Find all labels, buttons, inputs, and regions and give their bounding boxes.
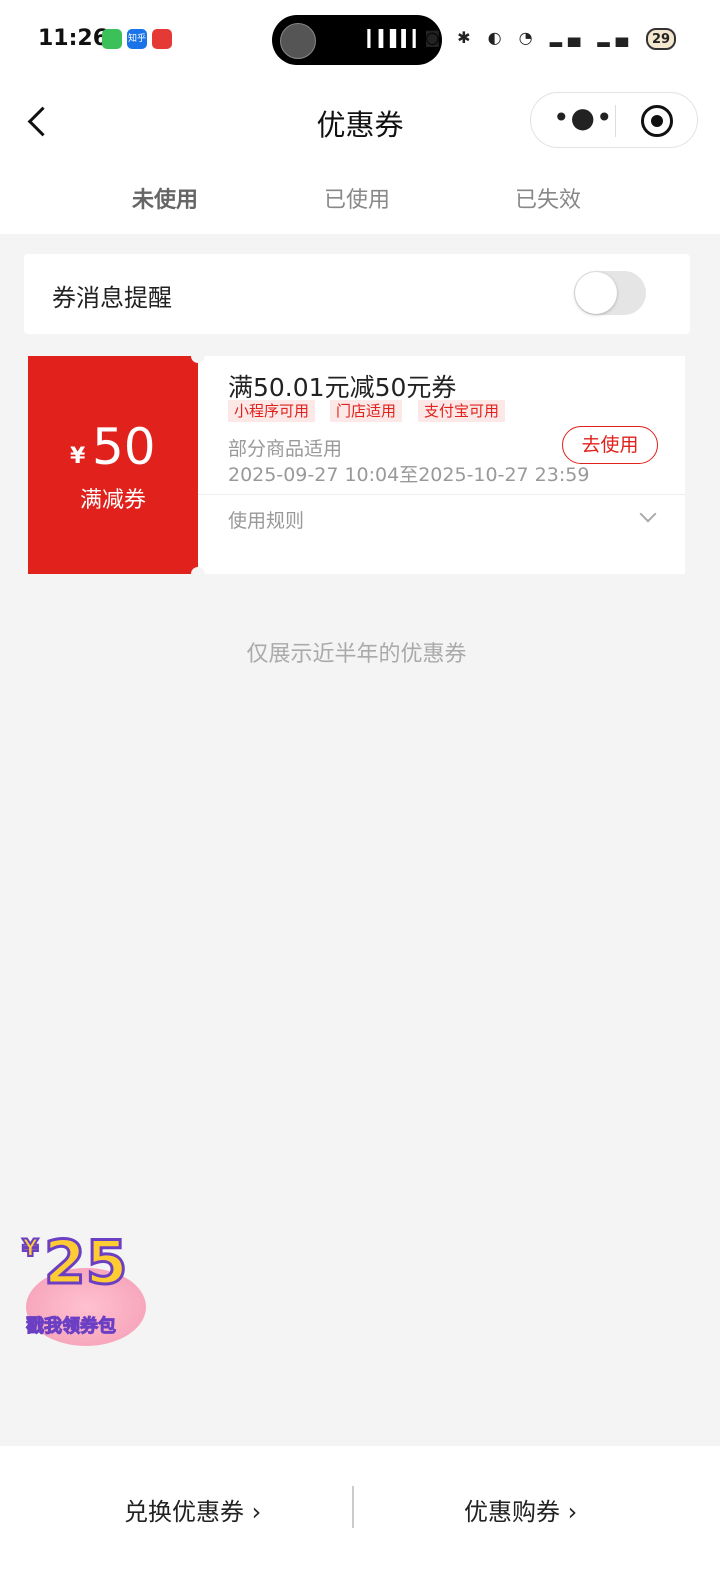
coupon-notch-top: [191, 349, 205, 363]
status-bar: 11:26 知乎 ▎▍▌▍▎ ◙ ✱ ◐ ◔ ▂▄ ▂▄ 29: [0, 0, 720, 80]
tab-used[interactable]: 已使用: [324, 182, 390, 214]
audio-wave-icon: ▎▍▌▍▎: [367, 29, 425, 48]
badge-currency: ¥: [21, 1233, 40, 1263]
4g-signal-icon: ▂▄: [597, 28, 634, 47]
bluetooth-icon: ✱: [457, 28, 477, 47]
chevron-down-icon[interactable]: [639, 505, 657, 523]
toggle-knob: [575, 272, 617, 314]
coupon-divider: [198, 494, 685, 495]
coupon-tag: 支付宝可用: [418, 400, 506, 422]
coupon-tag: 小程序可用: [228, 400, 316, 422]
wifi-icon: ◔: [518, 28, 539, 47]
coupon-title: 满50.01元减50元券: [228, 373, 457, 402]
bottom-bar: 兑换优惠券 › 优惠购券 ›: [0, 1446, 720, 1584]
mini-program-capsule: •●•: [530, 92, 698, 148]
coupon-tabs: 未使用 已使用 已失效: [0, 160, 720, 234]
red-app-icon: [152, 29, 172, 49]
badge-amount: 25: [43, 1227, 129, 1300]
use-coupon-button[interactable]: 去使用: [562, 426, 658, 464]
coupon-value-panel: ¥ 50 满减券: [28, 356, 198, 574]
coupon-validity: 2025-09-27 10:04至2025-10-27 23:59: [228, 464, 590, 486]
coupon-tag: 门店适用: [330, 400, 403, 422]
system-icons: ◙ ✱ ◐ ◔ ▂▄ ▂▄: [424, 28, 634, 47]
capsule-divider: [615, 105, 616, 137]
5g-signal-icon: ▂▄: [549, 28, 587, 47]
coupon-notch-bottom: [191, 567, 205, 581]
coupon-card: ¥ 50 满减券 满50.01元减50元券 小程序可用 门店适用 支付宝可用 部…: [28, 349, 685, 581]
currency-symbol: ¥: [70, 444, 86, 469]
status-time: 11:26: [38, 26, 109, 51]
coupon-type: 满减券: [79, 488, 146, 513]
reminder-label: 券消息提醒: [52, 284, 172, 312]
tab-unused[interactable]: 未使用: [132, 182, 198, 214]
buy-coupon-link[interactable]: 优惠购券 ›: [464, 1492, 577, 1527]
coupon-amount: 50: [92, 418, 156, 476]
nav-bar: 优惠券 •●•: [0, 80, 720, 160]
tab-expired[interactable]: 已失效: [515, 182, 581, 214]
panda-icon: ◙: [424, 28, 446, 47]
media-avatar: [280, 23, 316, 59]
zhihu-icon: 知乎: [127, 29, 147, 49]
history-notice: 仅展示近半年的优惠券: [246, 642, 467, 667]
dynamic-island[interactable]: ▎▍▌▍▎: [272, 15, 442, 65]
bottom-divider: [352, 1486, 354, 1528]
more-icon[interactable]: •●•: [553, 104, 612, 132]
reminder-card: 券消息提醒: [24, 254, 690, 334]
coupon-scope: 部分商品适用: [228, 438, 343, 460]
badge-text: 戳我领券包: [26, 1316, 117, 1338]
usage-rules-toggle[interactable]: 使用规则: [228, 506, 304, 533]
battery-icon: 29: [646, 28, 676, 50]
coupon-pack-badge[interactable]: ¥ 25 戳我领券包: [18, 1227, 152, 1354]
app-notification-icon: [102, 29, 122, 49]
redeem-coupon-link[interactable]: 兑换优惠券 ›: [124, 1492, 261, 1527]
reminder-toggle[interactable]: [574, 271, 646, 315]
close-target-icon[interactable]: [641, 105, 673, 137]
battery-saver-icon: ◐: [487, 28, 508, 47]
